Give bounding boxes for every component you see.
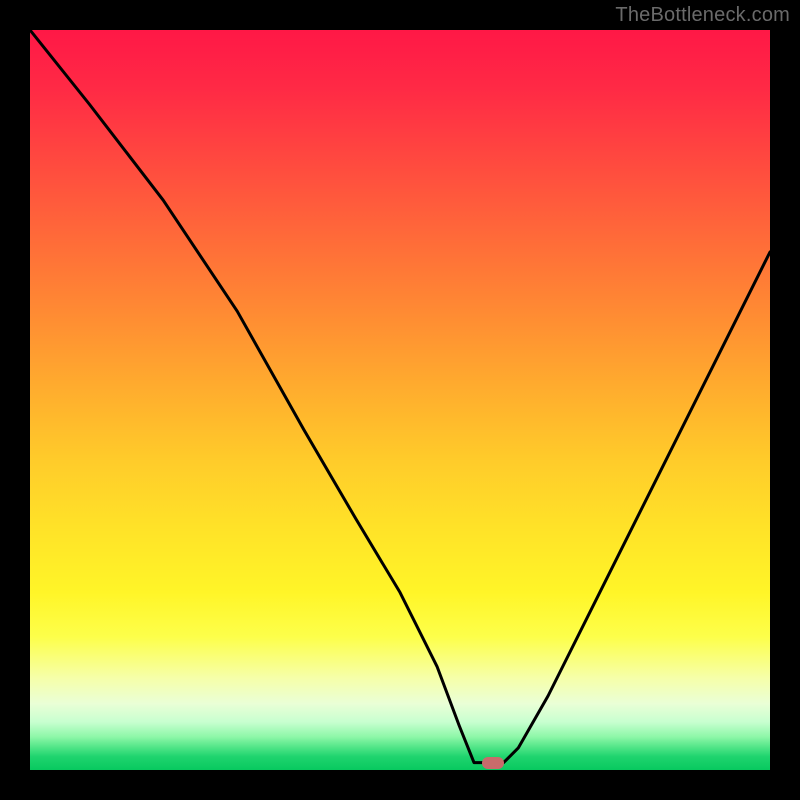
attribution-text: TheBottleneck.com [615, 4, 790, 27]
y-axis [26, 30, 30, 770]
plot-area [30, 30, 770, 770]
optimum-marker [482, 757, 504, 769]
x-axis [30, 770, 770, 774]
bottleneck-curve [30, 30, 770, 770]
